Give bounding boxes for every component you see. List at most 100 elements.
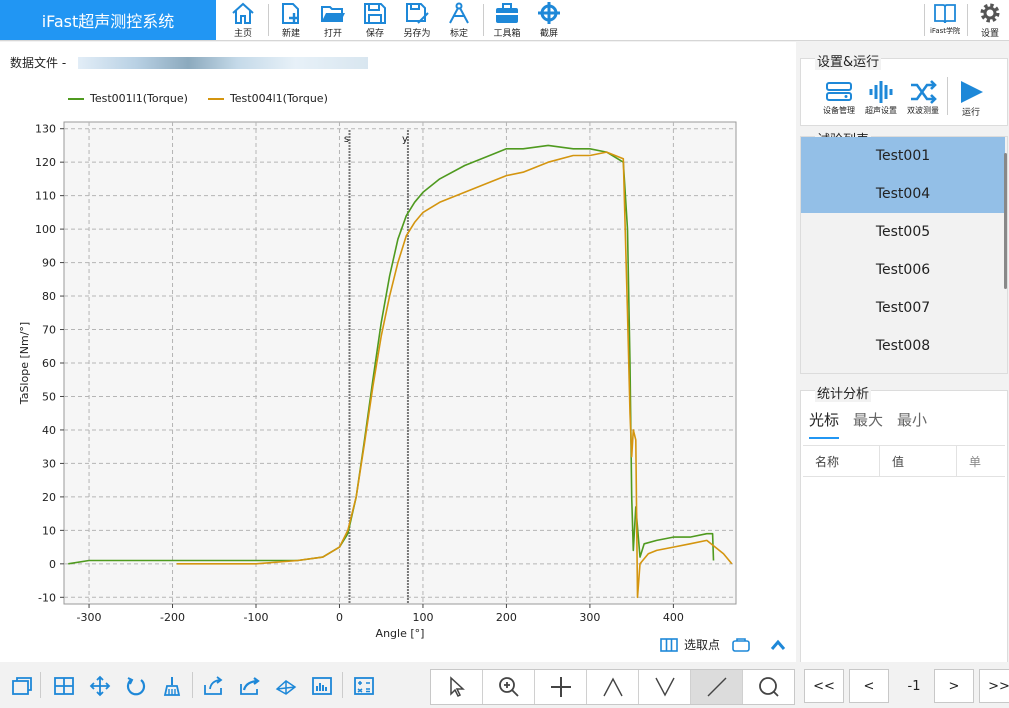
dual-wave-label: 双波测量 xyxy=(907,106,939,115)
open-button[interactable]: 打开 xyxy=(312,0,354,40)
next-page-button[interactable]: > xyxy=(934,669,974,703)
peak-tool-button[interactable] xyxy=(587,670,639,704)
x-tick-label: 100 xyxy=(412,611,433,624)
run-label: 运行 xyxy=(961,108,980,118)
calculator-button[interactable] xyxy=(352,674,376,698)
save-icon xyxy=(364,3,386,24)
y-tick-label: 100 xyxy=(35,223,56,236)
slope-tool-button[interactable] xyxy=(691,670,743,704)
pointer-tool-button[interactable] xyxy=(431,670,483,704)
collapse-up-icon[interactable] xyxy=(770,639,786,651)
soundwave-icon xyxy=(869,81,893,103)
broom-icon xyxy=(163,677,181,696)
columns-icon xyxy=(660,637,678,652)
settings-button[interactable]: 设置 xyxy=(969,0,1009,40)
home-button[interactable]: 主页 xyxy=(222,0,264,40)
tab-cursor[interactable]: 光标 xyxy=(809,409,840,439)
device-icon xyxy=(826,82,852,101)
x-tick-label: 300 xyxy=(579,611,600,624)
cursor-marker-label: y xyxy=(402,134,408,145)
chart-area: 数据文件 - Test001l1(Torque) Test004l1(Torqu… xyxy=(0,42,796,662)
tab-max[interactable]: 最大 xyxy=(853,409,883,439)
clipboard-icon[interactable] xyxy=(732,637,750,652)
test-list-item[interactable]: Test008 xyxy=(801,327,1005,365)
divider xyxy=(967,4,968,36)
cursor-tool-group xyxy=(430,669,795,705)
save-as-button[interactable]: 另存为 xyxy=(396,0,438,40)
academy-button[interactable]: iFast学院 xyxy=(924,0,966,40)
bar-chart-icon xyxy=(312,677,332,695)
slope-line-icon xyxy=(707,677,726,697)
calibrate-button[interactable]: 标定 xyxy=(438,0,480,40)
tab-min[interactable]: 最小 xyxy=(897,409,927,439)
3d-view-button[interactable] xyxy=(274,674,298,698)
academy-label: iFast学院 xyxy=(929,27,960,35)
calculator-icon xyxy=(354,677,374,695)
crosshair-tool-button[interactable] xyxy=(535,670,587,704)
test-list-item[interactable]: Test006 xyxy=(801,251,1005,289)
top-toolbar: iFast超声测控系统 主页 新建 打开 保存 另存为 标定 工具箱 截屏 iF… xyxy=(0,0,1009,41)
toolbox-icon xyxy=(496,3,518,23)
plus-icon xyxy=(550,677,571,697)
y-tick-label: 40 xyxy=(42,424,56,437)
zoom-tool-button[interactable] xyxy=(483,670,535,704)
zoom-in-icon xyxy=(498,677,519,697)
grid-button[interactable] xyxy=(52,674,76,698)
ultrasonic-settings-button[interactable]: 超声设置 xyxy=(861,79,901,116)
compass-icon xyxy=(449,2,469,24)
clear-button[interactable] xyxy=(160,674,184,698)
screenshot-button[interactable]: 截屏 xyxy=(528,0,570,40)
reset-button[interactable] xyxy=(124,674,148,698)
bottom-toolbar: << < -1 > >> xyxy=(0,662,1009,708)
x-tick-label: 0 xyxy=(336,611,343,624)
first-page-button[interactable]: << xyxy=(804,669,844,703)
stats-title: 统计分析 xyxy=(815,383,872,402)
test-list-item[interactable]: Test004 xyxy=(801,175,1005,213)
device-management-button[interactable]: 设备管理 xyxy=(819,79,859,116)
prev-page-button[interactable]: < xyxy=(849,669,889,703)
divider xyxy=(947,77,948,115)
test-list-item[interactable]: Test001 xyxy=(801,137,1005,175)
shuffle-icon xyxy=(911,80,937,104)
y-tick-label: 80 xyxy=(42,290,56,303)
home-icon xyxy=(232,2,254,24)
x-tick-label: -100 xyxy=(244,611,269,624)
pan-button[interactable] xyxy=(88,674,112,698)
device-management-label: 设备管理 xyxy=(823,106,855,115)
export-button[interactable] xyxy=(238,674,262,698)
save-button[interactable]: 保存 xyxy=(354,0,396,40)
test-list-scrollbar[interactable] xyxy=(1004,153,1007,289)
toolbox-button[interactable]: 工具箱 xyxy=(486,0,528,40)
save-as-label: 另存为 xyxy=(403,29,431,39)
search-tool-button[interactable] xyxy=(743,670,794,704)
y-tick-label: 120 xyxy=(35,156,56,169)
book-icon xyxy=(934,4,956,24)
x-tick-label: 400 xyxy=(663,611,684,624)
test-list-panel: 试验列表 Test001 Test004 Test005 Test006 Tes… xyxy=(800,129,1008,374)
divider xyxy=(483,4,484,36)
import-button[interactable] xyxy=(202,674,226,698)
stats-table-header: 名称 值 单 xyxy=(803,445,1005,477)
y-tick-label: 110 xyxy=(35,190,56,203)
test-list-item[interactable]: Test007 xyxy=(801,289,1005,327)
cursor-marker-label: s xyxy=(344,134,349,145)
select-point-control[interactable]: 选取点 xyxy=(660,636,750,653)
window-button[interactable] xyxy=(10,674,34,698)
new-button[interactable]: 新建 xyxy=(270,0,312,40)
select-point-label: 选取点 xyxy=(684,638,721,652)
y-tick-label: 60 xyxy=(42,357,56,370)
home-label: 主页 xyxy=(233,29,252,39)
valley-tool-button[interactable] xyxy=(639,670,691,704)
screenshot-label: 截屏 xyxy=(539,29,558,39)
pagination: << < -1 > >> xyxy=(804,669,1009,703)
new-label: 新建 xyxy=(281,29,300,39)
report-button[interactable] xyxy=(310,674,334,698)
save-as-icon xyxy=(406,3,429,24)
save-label: 保存 xyxy=(365,29,384,39)
last-page-button[interactable]: >> xyxy=(979,669,1009,703)
torque-chart[interactable]: -300 -200 -100 0 100 200 300 400-10010203040506… xyxy=(0,42,796,662)
gear-icon xyxy=(980,3,1000,23)
dual-wave-button[interactable]: 双波测量 xyxy=(903,79,943,116)
run-button[interactable]: 运行 xyxy=(951,79,991,118)
test-list-item[interactable]: Test005 xyxy=(801,213,1005,251)
